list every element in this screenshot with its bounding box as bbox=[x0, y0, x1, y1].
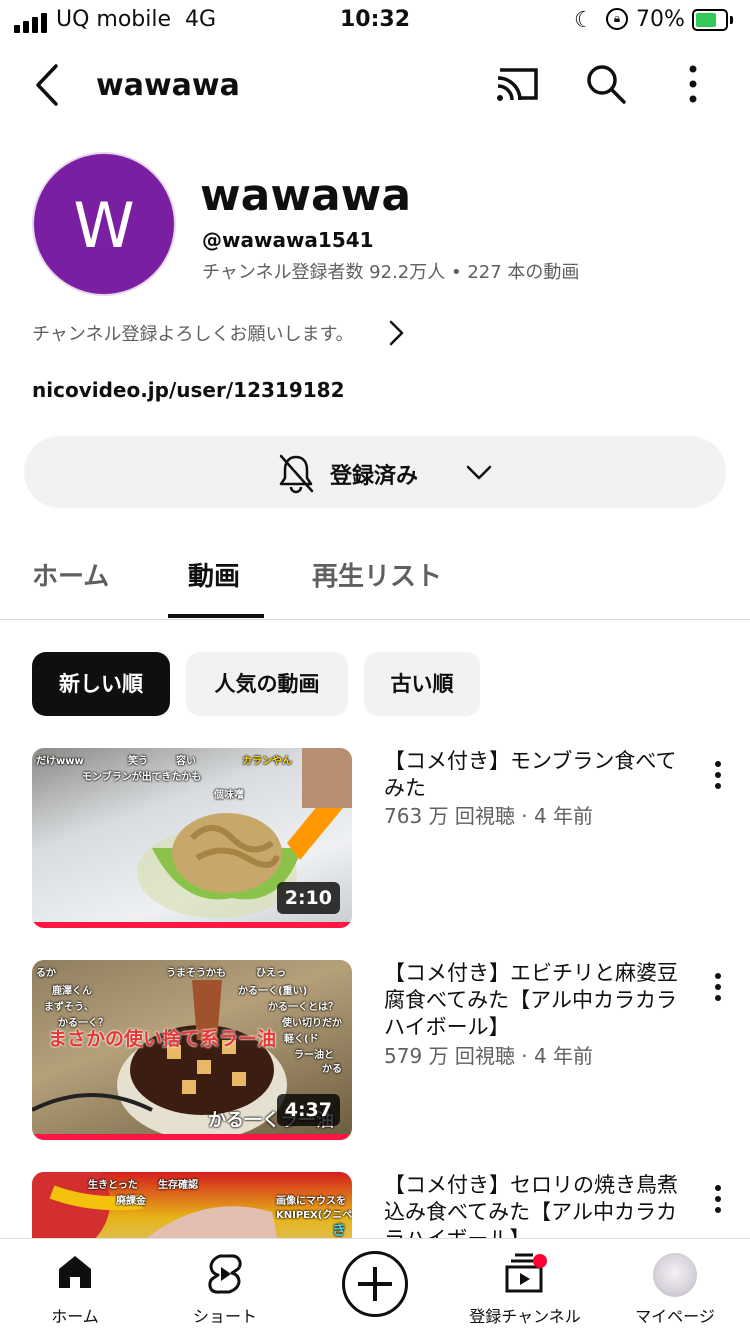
comment-overlay: ひえっ bbox=[256, 968, 286, 979]
topbar-title: wawawa bbox=[96, 68, 240, 103]
video-item[interactable]: 生きとった 生存確認 廃課金 画像にマウスを KNIPEX(クニペ き 【コメ付… bbox=[0, 1172, 750, 1238]
moon-icon: ☾ bbox=[574, 8, 594, 33]
tab-home[interactable]: ホーム bbox=[32, 556, 109, 593]
search-button[interactable] bbox=[584, 62, 628, 106]
search-icon bbox=[587, 65, 626, 104]
bell-off-icon bbox=[279, 454, 314, 494]
video-item[interactable]: るか うまそうかも ひえっ 鹿澤くん かる一く(重い) まずそう、 かる一くとは… bbox=[0, 960, 750, 1160]
subscribed-label: 登録済み bbox=[330, 464, 419, 489]
video-title[interactable]: 【コメ付き】エビチリと麻婆豆腐食べてみた【アル中カラカラハイボール】 bbox=[384, 960, 684, 1041]
more-options-button[interactable] bbox=[676, 62, 710, 106]
subscriptions-icon bbox=[505, 1253, 547, 1293]
video-duration: 2:10 bbox=[276, 882, 340, 914]
comment-overlay: まずそう、 bbox=[44, 1002, 94, 1013]
video-meta: 763 万 回視聴 · 4 年前 bbox=[384, 804, 594, 828]
chip-oldest[interactable]: 古い順 bbox=[364, 652, 480, 716]
back-button[interactable] bbox=[30, 60, 70, 110]
home-icon bbox=[59, 1256, 91, 1288]
comment-overlay: モンブランが出てきたかも bbox=[82, 772, 202, 783]
comment-overlay: 画像にマウスを bbox=[276, 1196, 346, 1207]
cast-button[interactable] bbox=[494, 64, 540, 104]
channel-handle: @wawawa1541 bbox=[202, 228, 374, 252]
chevron-right-icon bbox=[389, 320, 404, 346]
more-vert-icon bbox=[689, 65, 697, 103]
comment-overlay: KNIPEX(クニペ bbox=[276, 1210, 352, 1221]
video-more-button[interactable] bbox=[706, 756, 730, 796]
more-vert-icon bbox=[715, 1185, 721, 1213]
chip-newest[interactable]: 新しい順 bbox=[32, 652, 170, 716]
video-title[interactable]: 【コメ付き】セロリの焼き鳥煮込み食べてみた【アル中カラカラハイボール】 bbox=[384, 1172, 684, 1238]
comment-overlay: 廃課金 bbox=[116, 1196, 146, 1207]
channel-stats: チャンネル登録者数 92.2万人 • 227 本の動画 bbox=[202, 262, 580, 283]
battery-cap bbox=[730, 16, 733, 24]
profile-avatar-icon bbox=[653, 1253, 697, 1297]
channel-link[interactable]: nicovideo.jp/user/12319182 bbox=[32, 378, 344, 402]
more-vert-icon bbox=[715, 973, 721, 1001]
nav-shorts[interactable]: ショート bbox=[150, 1239, 300, 1334]
nav-shorts-label: ショート bbox=[192, 1307, 257, 1326]
comment-overlay: 生存確認 bbox=[158, 1180, 198, 1191]
nav-subscriptions[interactable]: 登録チャンネル bbox=[450, 1239, 600, 1334]
create-button[interactable] bbox=[342, 1251, 408, 1317]
channel-name: wawawa bbox=[200, 170, 412, 221]
active-tab-indicator bbox=[168, 614, 264, 618]
description-expand-button[interactable] bbox=[384, 318, 408, 348]
comment-overlay: だけwww bbox=[36, 756, 84, 767]
battery-fill bbox=[696, 13, 716, 27]
video-meta: 579 万 回視聴 · 4 年前 bbox=[384, 1044, 594, 1068]
status-bar: UQ mobile 4G 10:32 ☾ 🔒︎ 70% bbox=[0, 0, 750, 42]
nav-my-page[interactable]: マイページ bbox=[600, 1239, 750, 1334]
subscribed-button[interactable]: 登録済み bbox=[24, 436, 726, 508]
tab-videos[interactable]: 動画 bbox=[188, 556, 240, 593]
battery-percent: 70% bbox=[636, 7, 685, 32]
video-duration: 4:37 bbox=[276, 1094, 340, 1126]
channel-description[interactable]: チャンネル登録よろしくお願いします。 bbox=[32, 320, 354, 346]
video-thumbnail[interactable]: 生きとった 生存確認 廃課金 画像にマウスを KNIPEX(クニペ き bbox=[32, 1172, 352, 1238]
video-more-button[interactable] bbox=[706, 1180, 730, 1220]
comment-overlay: かる bbox=[322, 1064, 342, 1075]
comment-overlay: うまそうかも bbox=[166, 968, 226, 979]
video-thumbnail[interactable]: るか うまそうかも ひえっ 鹿澤くん かる一く(重い) まずそう、 かる一くとは… bbox=[32, 960, 352, 1140]
battery-charging-icon bbox=[692, 9, 728, 31]
chip-popular[interactable]: 人気の動画 bbox=[186, 652, 348, 716]
comment-overlay: カランやん bbox=[242, 756, 292, 767]
video-title[interactable]: 【コメ付き】モンブラン食べてみた bbox=[384, 748, 684, 802]
comment-overlay: 使い切りだか bbox=[282, 1018, 342, 1029]
more-vert-icon bbox=[715, 761, 721, 789]
comment-overlay: き bbox=[332, 1223, 346, 1238]
nav-home-label: ホーム bbox=[51, 1307, 99, 1326]
tab-playlists[interactable]: 再生リスト bbox=[312, 556, 442, 593]
comment-overlay: ラー油と bbox=[294, 1050, 334, 1061]
cast-icon bbox=[497, 68, 538, 101]
comment-overlay-highlight: まさかの使い捨て系ラー油 bbox=[48, 1028, 277, 1050]
comment-overlay: 生きとった bbox=[88, 1180, 138, 1191]
channel-avatar[interactable]: W bbox=[32, 152, 176, 296]
video-item[interactable]: だけwww 笑う 容い カランやん モンブランが出てきたかも 個味噌 2:10 … bbox=[0, 748, 750, 948]
comment-overlay: 個味噌 bbox=[214, 790, 244, 801]
comment-overlay: かる一くとは？ bbox=[268, 1002, 338, 1013]
video-thumbnail[interactable]: だけwww 笑う 容い カランやん モンブランが出てきたかも 個味噌 2:10 bbox=[32, 748, 352, 928]
channel-tabs: ホーム 動画 再生リスト bbox=[0, 540, 750, 620]
video-more-button[interactable] bbox=[706, 968, 730, 1008]
nav-my-page-label: マイページ bbox=[635, 1307, 715, 1326]
comment-overlay: 鹿澤くん bbox=[52, 986, 92, 997]
comment-overlay: 笑う bbox=[128, 756, 148, 767]
watch-progress-bar bbox=[32, 1134, 352, 1140]
back-arrow-icon bbox=[36, 64, 58, 106]
comment-overlay: 軽く(ド bbox=[284, 1034, 319, 1045]
chevron-down-icon bbox=[466, 465, 492, 480]
comment-overlay: かる一く(重い) bbox=[238, 986, 308, 997]
watch-progress-bar bbox=[32, 922, 352, 928]
top-app-bar: wawawa bbox=[0, 42, 750, 130]
nav-home[interactable]: ホーム bbox=[0, 1239, 150, 1334]
orientation-lock-icon: 🔒︎ bbox=[606, 8, 628, 30]
comment-overlay: るか bbox=[36, 968, 56, 979]
nav-subscriptions-label: 登録チャンネル bbox=[469, 1307, 581, 1326]
shorts-icon bbox=[208, 1254, 242, 1294]
bottom-navigation: ホーム ショート 登録チャンネル マイページ bbox=[0, 1238, 750, 1334]
comment-overlay: 容い bbox=[176, 756, 196, 767]
